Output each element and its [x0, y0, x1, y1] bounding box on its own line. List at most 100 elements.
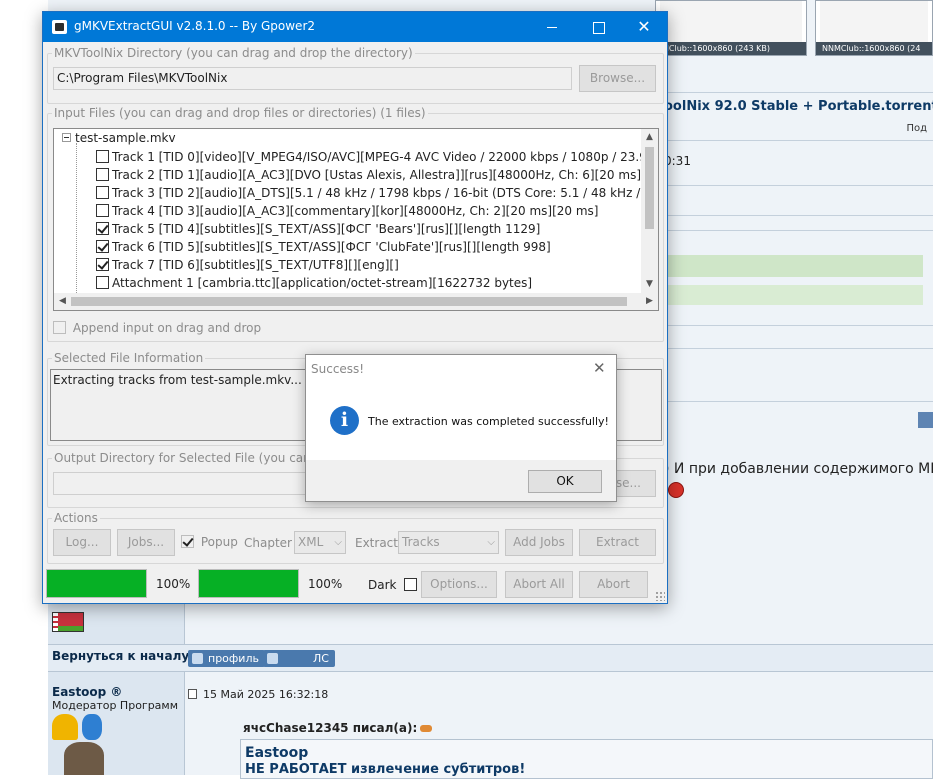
scroll-down-icon[interactable]: ▼ [641, 276, 658, 293]
scroll-right-icon[interactable]: ▶ [641, 293, 658, 310]
track-label: Track 3 [TID 2][audio][A_DTS][5.1 / 48 k… [112, 186, 658, 200]
collapse-icon[interactable] [62, 133, 71, 142]
quote-header: ячсChase12345 писал(а): [243, 721, 433, 735]
bg-divider [664, 92, 933, 93]
bg-corner-button[interactable] [918, 412, 933, 428]
output-dir-group-label: Output Directory for Selected File (you … [52, 451, 345, 465]
log-button[interactable]: Log... [53, 529, 111, 556]
vertical-scrollbar[interactable]: ▲ ▼ [641, 129, 658, 293]
dialog-close-icon[interactable]: ✕ [593, 359, 606, 377]
profile-label: профиль [208, 652, 259, 665]
profile-button[interactable]: профиль [188, 650, 265, 667]
screenshot-thumbnail-1[interactable]: MClub::1600x860 (243 KB) [655, 0, 807, 56]
bg-left-margin [0, 0, 48, 775]
horizontal-scrollbar[interactable]: ◀ ▶ [54, 293, 658, 310]
track-checkbox[interactable] [96, 222, 109, 235]
extract-button[interactable]: Extract [579, 529, 656, 556]
ok-button[interactable]: OK [528, 470, 602, 493]
track-item[interactable]: Track 4 [TID 3][audio][A_AC3][commentary… [96, 202, 598, 220]
pm-icon [267, 653, 278, 664]
minimize-button[interactable] [529, 12, 575, 42]
abort-button[interactable]: Abort [579, 571, 648, 598]
dark-mode-checkbox[interactable] [404, 578, 418, 591]
pm-button[interactable]: ЛС [263, 650, 335, 667]
tree-root-node[interactable]: test-sample.mkv [62, 131, 176, 145]
dark-mode-label: Dark [368, 578, 397, 592]
app-icon [52, 20, 67, 34]
track-checkbox[interactable] [96, 168, 109, 181]
input-files-group-label: Input Files (you can drag and drop files… [52, 106, 428, 120]
extract-label: Extract [355, 536, 398, 550]
bg-divider [664, 325, 933, 326]
append-checkbox-row[interactable]: Append input on drag and drop [53, 321, 261, 335]
current-progress-bar [46, 569, 147, 598]
input-files-tree[interactable]: test-sample.mkv Track 1 [TID 0][video][V… [53, 128, 659, 311]
thumbnail-caption: MClub::1600x860 (243 KB) [656, 42, 806, 55]
selected-info-group-label: Selected File Information [52, 351, 206, 365]
profile-icon [192, 653, 203, 664]
track-item[interactable]: Track 5 [TID 4][subtitles][S_TEXT/ASS][Ф… [96, 220, 540, 238]
post-date: 15 Май 2025 16:32:18 [188, 688, 328, 701]
track-label: Track 1 [TID 0][video][V_MPEG4/ISO/AVC][… [112, 150, 659, 164]
add-jobs-button[interactable]: Add Jobs [505, 529, 573, 556]
track-item[interactable]: Track 2 [TID 1][audio][A_AC3][DVO [Ustas… [96, 166, 659, 184]
track-checkbox[interactable] [96, 276, 109, 289]
mkvtoolnix-path-field[interactable]: C:\Program Files\MKVToolNix [53, 67, 572, 90]
track-label: Track 4 [TID 3][audio][A_AC3][commentary… [112, 204, 599, 218]
resize-grip-icon[interactable] [655, 591, 665, 601]
track-label: Track 7 [TID 6][subtitles][S_TEXT/UTF8][… [112, 258, 399, 272]
chevron-down-icon: ⌵ [487, 537, 495, 548]
bg-divider [664, 215, 933, 216]
back-to-top-link[interactable]: Вернуться к началу [52, 649, 189, 663]
chapter-type-value: XML [298, 535, 324, 549]
dialog-title: Success! [311, 362, 365, 376]
jobs-button[interactable]: Jobs... [117, 529, 175, 556]
maximize-button[interactable] [575, 12, 621, 42]
post-author-role: Модератор Программ [52, 699, 179, 712]
chapter-type-select[interactable]: XML ⌵ [294, 531, 346, 554]
options-button[interactable]: Options... [421, 571, 497, 598]
post-author[interactable]: Eastoop ® [52, 685, 122, 699]
chevron-down-icon: ⌵ [334, 537, 342, 548]
total-progress-text: 100% [308, 577, 343, 591]
track-item[interactable]: Track 6 [TID 5][subtitles][S_TEXT/ASS][Ф… [96, 238, 551, 256]
bg-time: 0:31 [664, 154, 691, 168]
track-label: Track 5 [TID 4][subtitles][S_TEXT/ASS][Ф… [112, 222, 541, 236]
track-checkbox[interactable] [96, 258, 109, 271]
main-window: gMKVExtractGUI v2.8.1.0 -- By Gpower2 ✕ … [42, 11, 668, 604]
track-checkbox[interactable] [96, 186, 109, 199]
window-title: gMKVExtractGUI v2.8.1.0 -- By Gpower2 [74, 19, 316, 33]
track-item[interactable]: Track 7 [TID 6][subtitles][S_TEXT/UTF8][… [96, 256, 399, 274]
popup-checkbox[interactable] [181, 535, 194, 548]
track-checkbox[interactable] [96, 204, 109, 217]
medal-icon [52, 714, 78, 740]
append-checkbox[interactable] [53, 321, 66, 334]
abort-all-button[interactable]: Abort All [505, 571, 573, 598]
track-item[interactable]: Attachment 1 [cambria.ttc][application/o… [96, 274, 532, 292]
dark-mode-row[interactable]: Dark [368, 578, 420, 592]
screenshot-thumbnail-2[interactable]: NNMClub::1600x860 (24 [815, 0, 933, 56]
success-dialog: Success! ✕ i The extraction was complete… [305, 354, 617, 502]
scroll-left-icon[interactable]: ◀ [54, 293, 71, 310]
track-label: Track 2 [TID 1][audio][A_AC3][DVO [Ustas… [112, 168, 659, 182]
current-progress-text: 100% [156, 577, 191, 591]
popup-checkbox-row[interactable]: Popup [181, 535, 238, 549]
close-button[interactable]: ✕ [621, 12, 667, 42]
scroll-thumb[interactable] [71, 297, 627, 306]
medal-icon [82, 714, 102, 740]
append-label: Append input on drag and drop [72, 321, 262, 335]
information-icon: i [330, 406, 359, 435]
mkvtoolnix-browse-button[interactable]: Browse... [579, 65, 656, 92]
extract-type-select[interactable]: Tracks ⌵ [398, 531, 499, 554]
track-item[interactable]: Track 3 [TID 2][audio][A_DTS][5.1 / 48 k… [96, 184, 658, 202]
thumbnail-image [820, 1, 928, 42]
scroll-up-icon[interactable]: ▲ [641, 129, 658, 146]
track-item[interactable]: Track 1 [TID 0][video][V_MPEG4/ISO/AVC][… [96, 148, 659, 166]
torrent-link[interactable]: oolNix 92.0 Stable + Portable.torrent [664, 99, 933, 114]
bg-divider [664, 230, 933, 231]
track-checkbox[interactable] [96, 150, 109, 163]
track-checkbox[interactable] [96, 240, 109, 253]
title-bar[interactable]: gMKVExtractGUI v2.8.1.0 -- By Gpower2 ✕ [43, 12, 667, 42]
scroll-thumb[interactable] [645, 147, 654, 229]
under-label: Под [906, 123, 927, 134]
